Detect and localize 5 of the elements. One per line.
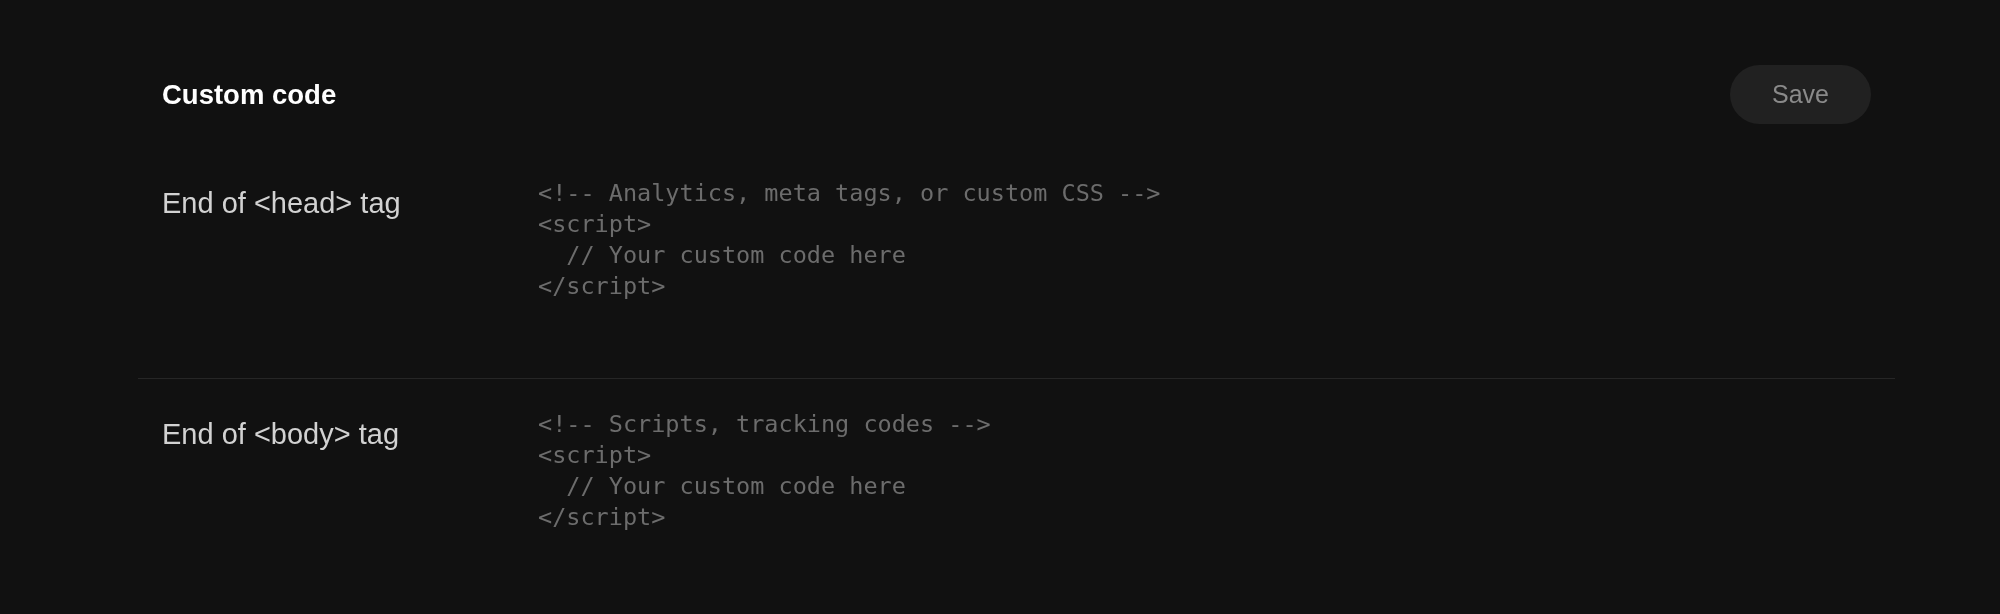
section-label: End of <body> tag xyxy=(162,417,401,452)
code-editor-field[interactable]: <!-- Scripts, tracking codes --> <script> // Your custom code here </script> xyxy=(538,409,1438,579)
page-title: Custom code xyxy=(162,78,337,111)
code-editor-field[interactable]: <!-- Analytics, meta tags, or custom CSS --> <script> // Your custom code here </script> xyxy=(538,178,1438,348)
section-label: End of <head> tag xyxy=(162,186,402,221)
